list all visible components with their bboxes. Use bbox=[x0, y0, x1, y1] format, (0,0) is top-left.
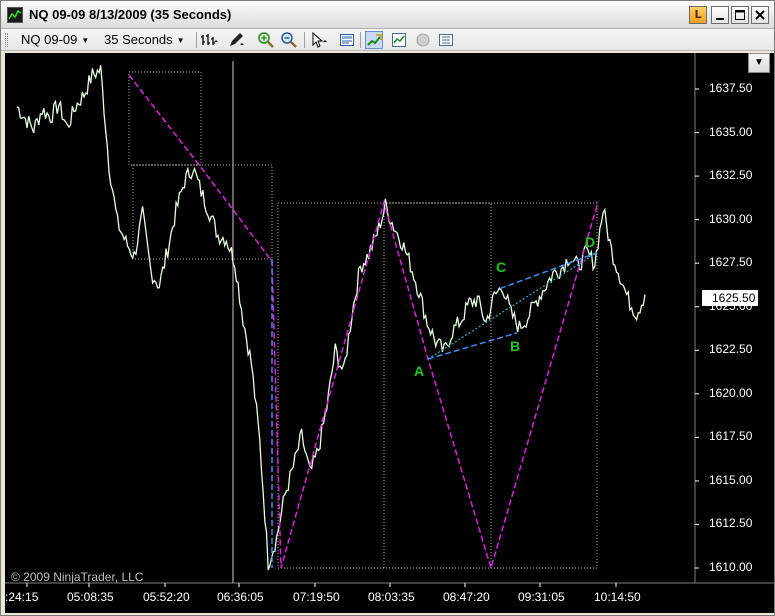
y-tick-label: 1630.00 bbox=[709, 211, 753, 226]
y-tick-label: 1612.50 bbox=[709, 516, 753, 531]
instrument-dropdown[interactable]: NQ 09-09 ▼ bbox=[21, 32, 89, 48]
x-tick-label: 06:36:05 bbox=[217, 590, 264, 604]
pattern-label-c: C bbox=[496, 259, 507, 275]
instrument-label: NQ 09-09 bbox=[21, 32, 78, 47]
x-tick-label: 05:08:35 bbox=[67, 590, 114, 604]
toolbar-separator bbox=[196, 32, 197, 48]
y-tick-label: 1620.00 bbox=[709, 385, 753, 400]
cursor-icon[interactable] bbox=[309, 31, 327, 49]
x-tick-label: 08:47:20 bbox=[443, 590, 490, 604]
chart-app-icon bbox=[7, 7, 23, 23]
x-tick-label: 07:19:50 bbox=[293, 590, 340, 604]
y-tick-label: 1637.50 bbox=[709, 81, 753, 95]
fib-box bbox=[277, 202, 598, 569]
y-tick-label: 1627.50 bbox=[709, 255, 753, 270]
link-button[interactable]: L bbox=[689, 6, 707, 24]
chart-window: NQ 09-09 8/13/2009 (35 Seconds) L NQ 09-… bbox=[0, 0, 775, 616]
minimize-icon[interactable] bbox=[711, 6, 729, 24]
scroll-down-button[interactable]: ▼ bbox=[748, 53, 770, 73]
y-tick-label: 1617.50 bbox=[709, 429, 753, 444]
y-tick-label: 1615.00 bbox=[709, 472, 753, 487]
pattern-label-a: A bbox=[414, 363, 425, 379]
zoom-out-icon[interactable] bbox=[280, 31, 298, 49]
window-title: NQ 09-09 8/13/2009 (35 Seconds) bbox=[29, 7, 232, 22]
bar-style-icon[interactable] bbox=[200, 31, 218, 49]
y-tick-label: 1632.50 bbox=[709, 168, 753, 183]
copyright-text: © 2009 NinjaTrader, LLC bbox=[11, 570, 144, 584]
x-tick-label: 08:03:35 bbox=[368, 590, 415, 604]
toolbar-separator bbox=[360, 32, 361, 48]
fib-box bbox=[132, 164, 273, 260]
pattern-label-d: D bbox=[585, 234, 596, 250]
maximize-icon[interactable] bbox=[731, 6, 749, 24]
chevron-down-icon: ▼ bbox=[81, 35, 90, 45]
disabled-circle-icon[interactable] bbox=[414, 31, 432, 49]
indicators-icon[interactable] bbox=[390, 31, 408, 49]
x-tick-label: :24:15 bbox=[5, 590, 39, 604]
y-tick-label: 1625.00 bbox=[709, 298, 753, 313]
y-tick-label: 1610.00 bbox=[709, 560, 753, 574]
toolbar-grip[interactable] bbox=[5, 33, 8, 47]
pattern-label-b: B bbox=[510, 338, 521, 354]
strategy-icon[interactable] bbox=[365, 31, 383, 49]
interval-label: 35 Seconds bbox=[104, 32, 173, 47]
close-icon[interactable] bbox=[751, 6, 769, 24]
chart-toolbar: NQ 09-09 ▼ 35 Seconds ▼ bbox=[1, 29, 774, 51]
x-tick-label: 10:14:50 bbox=[594, 590, 641, 604]
drawing-pencil-icon[interactable] bbox=[227, 31, 245, 49]
fib-box bbox=[128, 71, 202, 166]
price-series-line bbox=[16, 65, 646, 571]
interval-dropdown[interactable]: 35 Seconds ▼ bbox=[104, 32, 185, 48]
properties-icon[interactable] bbox=[437, 31, 455, 49]
toolbar-separator bbox=[304, 32, 305, 48]
data-box-icon[interactable] bbox=[338, 31, 356, 49]
y-tick-label: 1635.00 bbox=[709, 124, 753, 139]
price-chart[interactable] bbox=[5, 53, 774, 613]
y-tick-label: 1622.50 bbox=[709, 342, 753, 357]
chevron-down-icon: ▼ bbox=[176, 35, 185, 45]
x-tick-label: 09:31:05 bbox=[518, 590, 565, 604]
zoom-in-icon[interactable] bbox=[257, 31, 275, 49]
title-bar[interactable]: NQ 09-09 8/13/2009 (35 Seconds) L bbox=[1, 1, 774, 29]
x-tick-label: 05:52:20 bbox=[143, 590, 190, 604]
chart-canvas bbox=[5, 53, 774, 587]
